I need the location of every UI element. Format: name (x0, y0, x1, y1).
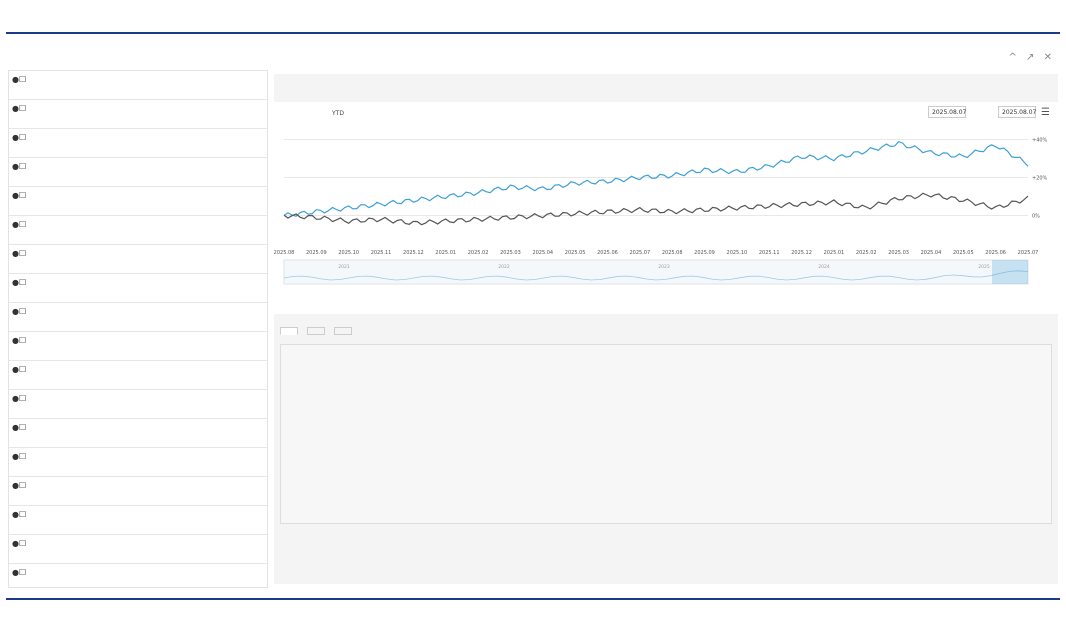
window-controls: ^ ↗ ✕ (1002, 52, 1052, 63)
x-tick-label: 2025.05 (565, 250, 586, 256)
sidebar-item[interactable]: ●☐ (9, 477, 267, 506)
bottom-rule (6, 598, 1060, 600)
sidebar-item[interactable]: ●☐ (9, 216, 267, 245)
sidebar-item[interactable]: ●☐ (9, 303, 267, 332)
x-tick-label: 2025.04 (532, 250, 553, 256)
sidebar-item[interactable]: ●☐ (9, 100, 267, 129)
strategy-sidebar: ●☐ ●☐ ●☐ ●☐ ●☐ ●☐ ●☐ ●☐ ●☐ ●☐ ●☐ ●☐ ●☐ ●☐ ●☐ ●☐ ●☐ ●☐ (8, 70, 268, 588)
x-tick-label: 2025.02 (468, 250, 489, 256)
strategy-line-chart: +40% +20% 0% 2025.08 2025.09 2025.10 2025.11 20… (274, 138, 1048, 285)
strategy-description (280, 344, 1052, 524)
x-tick-label: 2025.09 (694, 250, 715, 256)
y-tick-label: 0% (1032, 214, 1040, 220)
strategy-series-line (283, 141, 1029, 217)
x-tick-label: 2025.11 (371, 250, 392, 256)
navigator-year-label: 2025 (978, 264, 990, 270)
detail-tabs (280, 320, 356, 338)
checkbox-edit-icon[interactable]: ●☐ (12, 75, 26, 84)
x-tick-label: 2025.07 (629, 250, 650, 256)
navigator-year-label: 2021 (338, 264, 350, 270)
top-rule (6, 32, 1060, 34)
end-date-input[interactable]: 2025.08.07 (998, 106, 1036, 118)
sidebar-item[interactable]: ●☐ (9, 564, 267, 587)
checkbox-edit-icon[interactable]: ●☐ (12, 568, 26, 577)
sidebar-item[interactable]: ●☐ (9, 129, 267, 158)
checkbox-edit-icon[interactable]: ●☐ (12, 481, 26, 490)
sidebar-item[interactable]: ●☐ (9, 390, 267, 419)
start-date-input[interactable]: 2025.08.07 (928, 106, 966, 118)
range-button-ytd[interactable]: YTD (332, 110, 344, 117)
sidebar-item[interactable]: ●☐ (9, 158, 267, 187)
x-tick-label: 2025.10 (338, 250, 359, 256)
checkbox-edit-icon[interactable]: ●☐ (12, 278, 26, 287)
x-tick-label: 2025.12 (403, 250, 424, 256)
main-panel: YTD 2025.08.07 2025.08.07 ☰ +40% +20% 0% 20… (274, 74, 1058, 584)
tab-0[interactable] (280, 327, 298, 335)
sidebar-item[interactable]: ●☐ (9, 506, 267, 535)
sidebar-item[interactable]: ●☐ (9, 245, 267, 274)
x-tick-label: 2025.01 (824, 250, 845, 256)
x-tick-label: 2025.03 (888, 250, 909, 256)
chart-menu-icon[interactable]: ☰ (1041, 107, 1050, 118)
collapse-icon[interactable]: ^ (1008, 52, 1016, 63)
x-tick-label: 2025.08 (662, 250, 683, 256)
app-window: ^ ↗ ✕ ●☐ ●☐ ●☐ ●☐ ●☐ ●☐ ●☐ ●☐ ●☐ ●☐ ●☐ ●☐ ●☐ ●☐ ●☐ ●☐ ●☐… (6, 48, 1060, 588)
x-tick-label: 2025.06 (597, 250, 618, 256)
sidebar-item[interactable]: ●☐ (9, 332, 267, 361)
sidebar-item[interactable]: ●☐ (9, 448, 267, 477)
checkbox-edit-icon[interactable]: ●☐ (12, 191, 26, 200)
checkbox-edit-icon[interactable]: ●☐ (12, 249, 26, 258)
y-tick-label: +20% (1032, 176, 1048, 182)
checkbox-edit-icon[interactable]: ●☐ (12, 133, 26, 142)
sidebar-item[interactable]: ●☐ (9, 535, 267, 564)
x-tick-label: 2025.08 (274, 250, 294, 256)
x-tick-label: 2025.11 (759, 250, 780, 256)
checkbox-edit-icon[interactable]: ●☐ (12, 394, 26, 403)
sidebar-item[interactable]: ●☐ (9, 187, 267, 216)
checkbox-edit-icon[interactable]: ●☐ (12, 220, 26, 229)
sidebar-item[interactable]: ●☐ (9, 361, 267, 390)
navigator-selection-handle (992, 260, 1028, 284)
navigator-year-label: 2024 (818, 264, 830, 270)
benchmark-series-line (283, 192, 1029, 226)
navigator-year-label: 2023 (658, 264, 670, 270)
sidebar-item[interactable]: ●☐ (9, 274, 267, 303)
x-tick-label: 2025.03 (500, 250, 521, 256)
sidebar-item[interactable]: ●☐ (9, 419, 267, 448)
checkbox-edit-icon[interactable]: ●☐ (12, 336, 26, 345)
x-tick-label: 2025.09 (306, 250, 327, 256)
checkbox-edit-icon[interactable]: ●☐ (12, 539, 26, 548)
tab-1[interactable] (307, 327, 326, 335)
close-icon[interactable]: ✕ (1044, 52, 1052, 63)
checkbox-edit-icon[interactable]: ●☐ (12, 452, 26, 461)
x-tick-label: 2025.12 (791, 250, 812, 256)
sidebar-item[interactable]: ●☐ (9, 71, 267, 100)
tab-2[interactable] (334, 327, 353, 335)
checkbox-edit-icon[interactable]: ●☐ (12, 423, 26, 432)
y-tick-label: +40% (1032, 138, 1048, 144)
x-tick-label: 2025.05 (953, 250, 974, 256)
x-tick-label: 2025.06 (985, 250, 1006, 256)
navigator-year-label: 2022 (498, 264, 510, 270)
x-tick-label: 2025.07 (1018, 250, 1039, 256)
expand-icon[interactable]: ↗ (1026, 52, 1034, 63)
checkbox-edit-icon[interactable]: ●☐ (12, 162, 26, 171)
checkbox-edit-icon[interactable]: ●☐ (12, 307, 26, 316)
x-tick-label: 2025.02 (856, 250, 877, 256)
checkbox-edit-icon[interactable]: ●☐ (12, 510, 26, 519)
x-tick-label: 2025.01 (435, 250, 456, 256)
checkbox-edit-icon[interactable]: ●☐ (12, 365, 26, 374)
checkbox-edit-icon[interactable]: ●☐ (12, 104, 26, 113)
x-tick-label: 2025.10 (727, 250, 748, 256)
chart-area: YTD 2025.08.07 2025.08.07 ☰ +40% +20% 0% 20… (274, 102, 1058, 314)
x-tick-label: 2025.04 (921, 250, 942, 256)
